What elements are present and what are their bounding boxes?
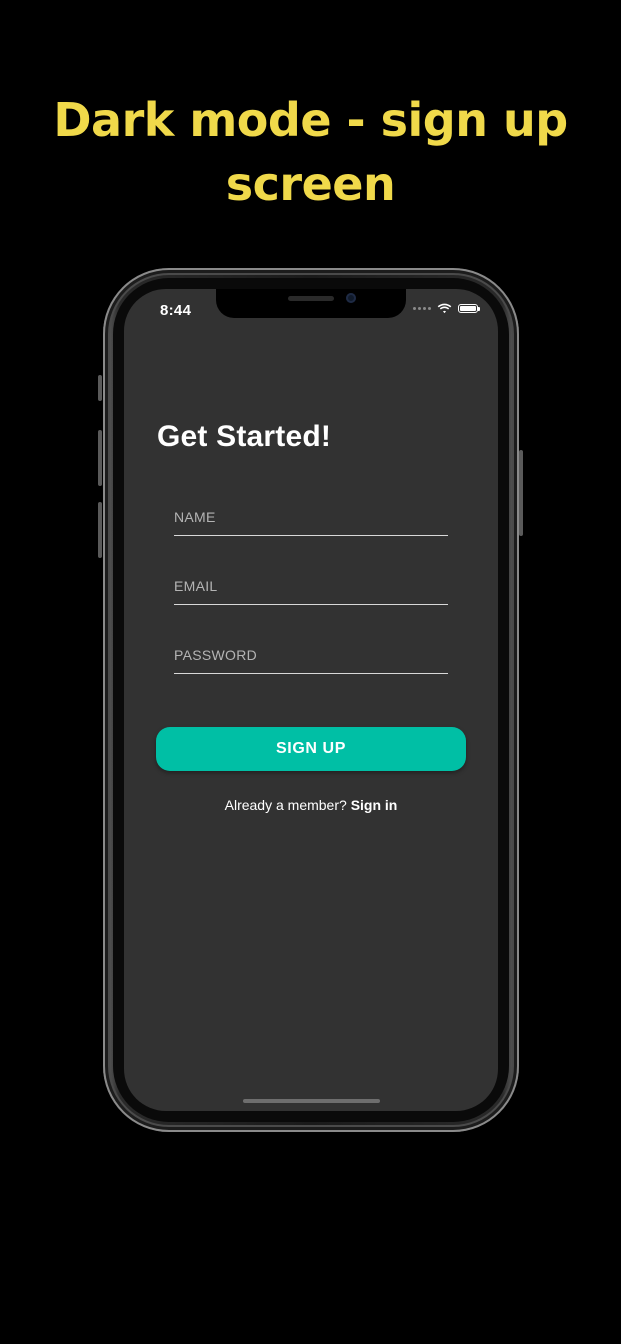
wifi-icon [437,303,452,314]
volume-down-button [98,502,102,558]
name-input[interactable] [174,499,448,535]
name-field [174,499,448,536]
home-indicator[interactable] [243,1099,380,1103]
page-headline: Dark mode - sign up screen [0,88,621,216]
signal-icon [413,307,431,310]
password-input[interactable] [174,637,448,673]
sign-up-button[interactable]: SIGN UP [156,727,466,771]
password-field [174,637,448,674]
mute-switch [98,375,102,401]
member-prompt-row: Already a member? Sign in [124,797,498,813]
email-field [174,568,448,605]
email-input[interactable] [174,568,448,604]
form-title: Get Started! [157,420,332,453]
battery-icon [458,304,480,313]
status-icons [413,303,480,314]
member-prompt-text: Already a member? [224,797,347,813]
status-time: 8:44 [160,302,192,319]
headline-line-1: Dark mode - sign up [53,93,568,147]
volume-up-button [98,430,102,486]
front-camera [346,293,356,303]
speaker-grille [288,296,334,301]
phone-screen: 8:44 Get Started! SIGN UP Already a memb… [124,289,498,1111]
headline-line-2: screen [225,157,396,211]
notch [216,289,406,318]
power-button [519,450,523,536]
sign-in-link[interactable]: Sign in [351,797,398,813]
